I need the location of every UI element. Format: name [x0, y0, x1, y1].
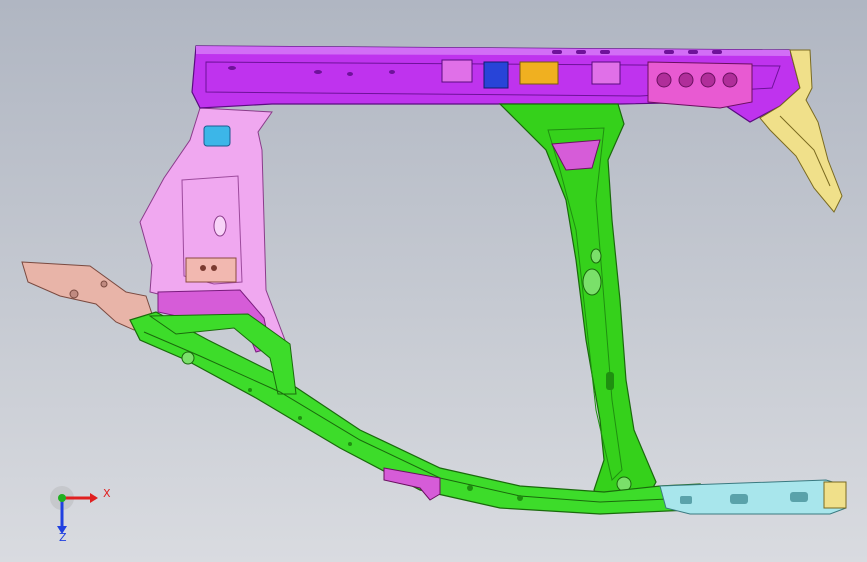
rear-pillar-hole — [213, 215, 227, 237]
z-axis-label: Z — [59, 531, 67, 544]
cad-viewport[interactable]: X Z — [0, 0, 867, 562]
roof-rail-bracket-blue — [483, 61, 509, 89]
rear-bracket-hole — [69, 289, 79, 299]
center-pillar-hole — [582, 268, 602, 296]
rear-pillar-bolt — [200, 265, 206, 271]
rear-pillar-plate — [185, 257, 237, 283]
rear-bracket-hole — [100, 280, 108, 288]
rear-pillar-blue-tab — [203, 125, 231, 147]
roof-rail-bracket-yellow — [519, 61, 559, 85]
center-pillar-slot — [606, 372, 614, 390]
center-pillar-hole — [590, 248, 602, 264]
body-side-frame-model[interactable] — [0, 0, 867, 562]
front-sill-end-cap — [823, 481, 847, 509]
rear-pillar-bolt — [211, 265, 217, 271]
x-axis-label: X — [103, 487, 111, 500]
rocker-sill-bolt — [181, 351, 195, 365]
roof-rail-bracket-magenta-2 — [591, 61, 621, 85]
roof-rail-bracket-magenta — [441, 59, 473, 83]
